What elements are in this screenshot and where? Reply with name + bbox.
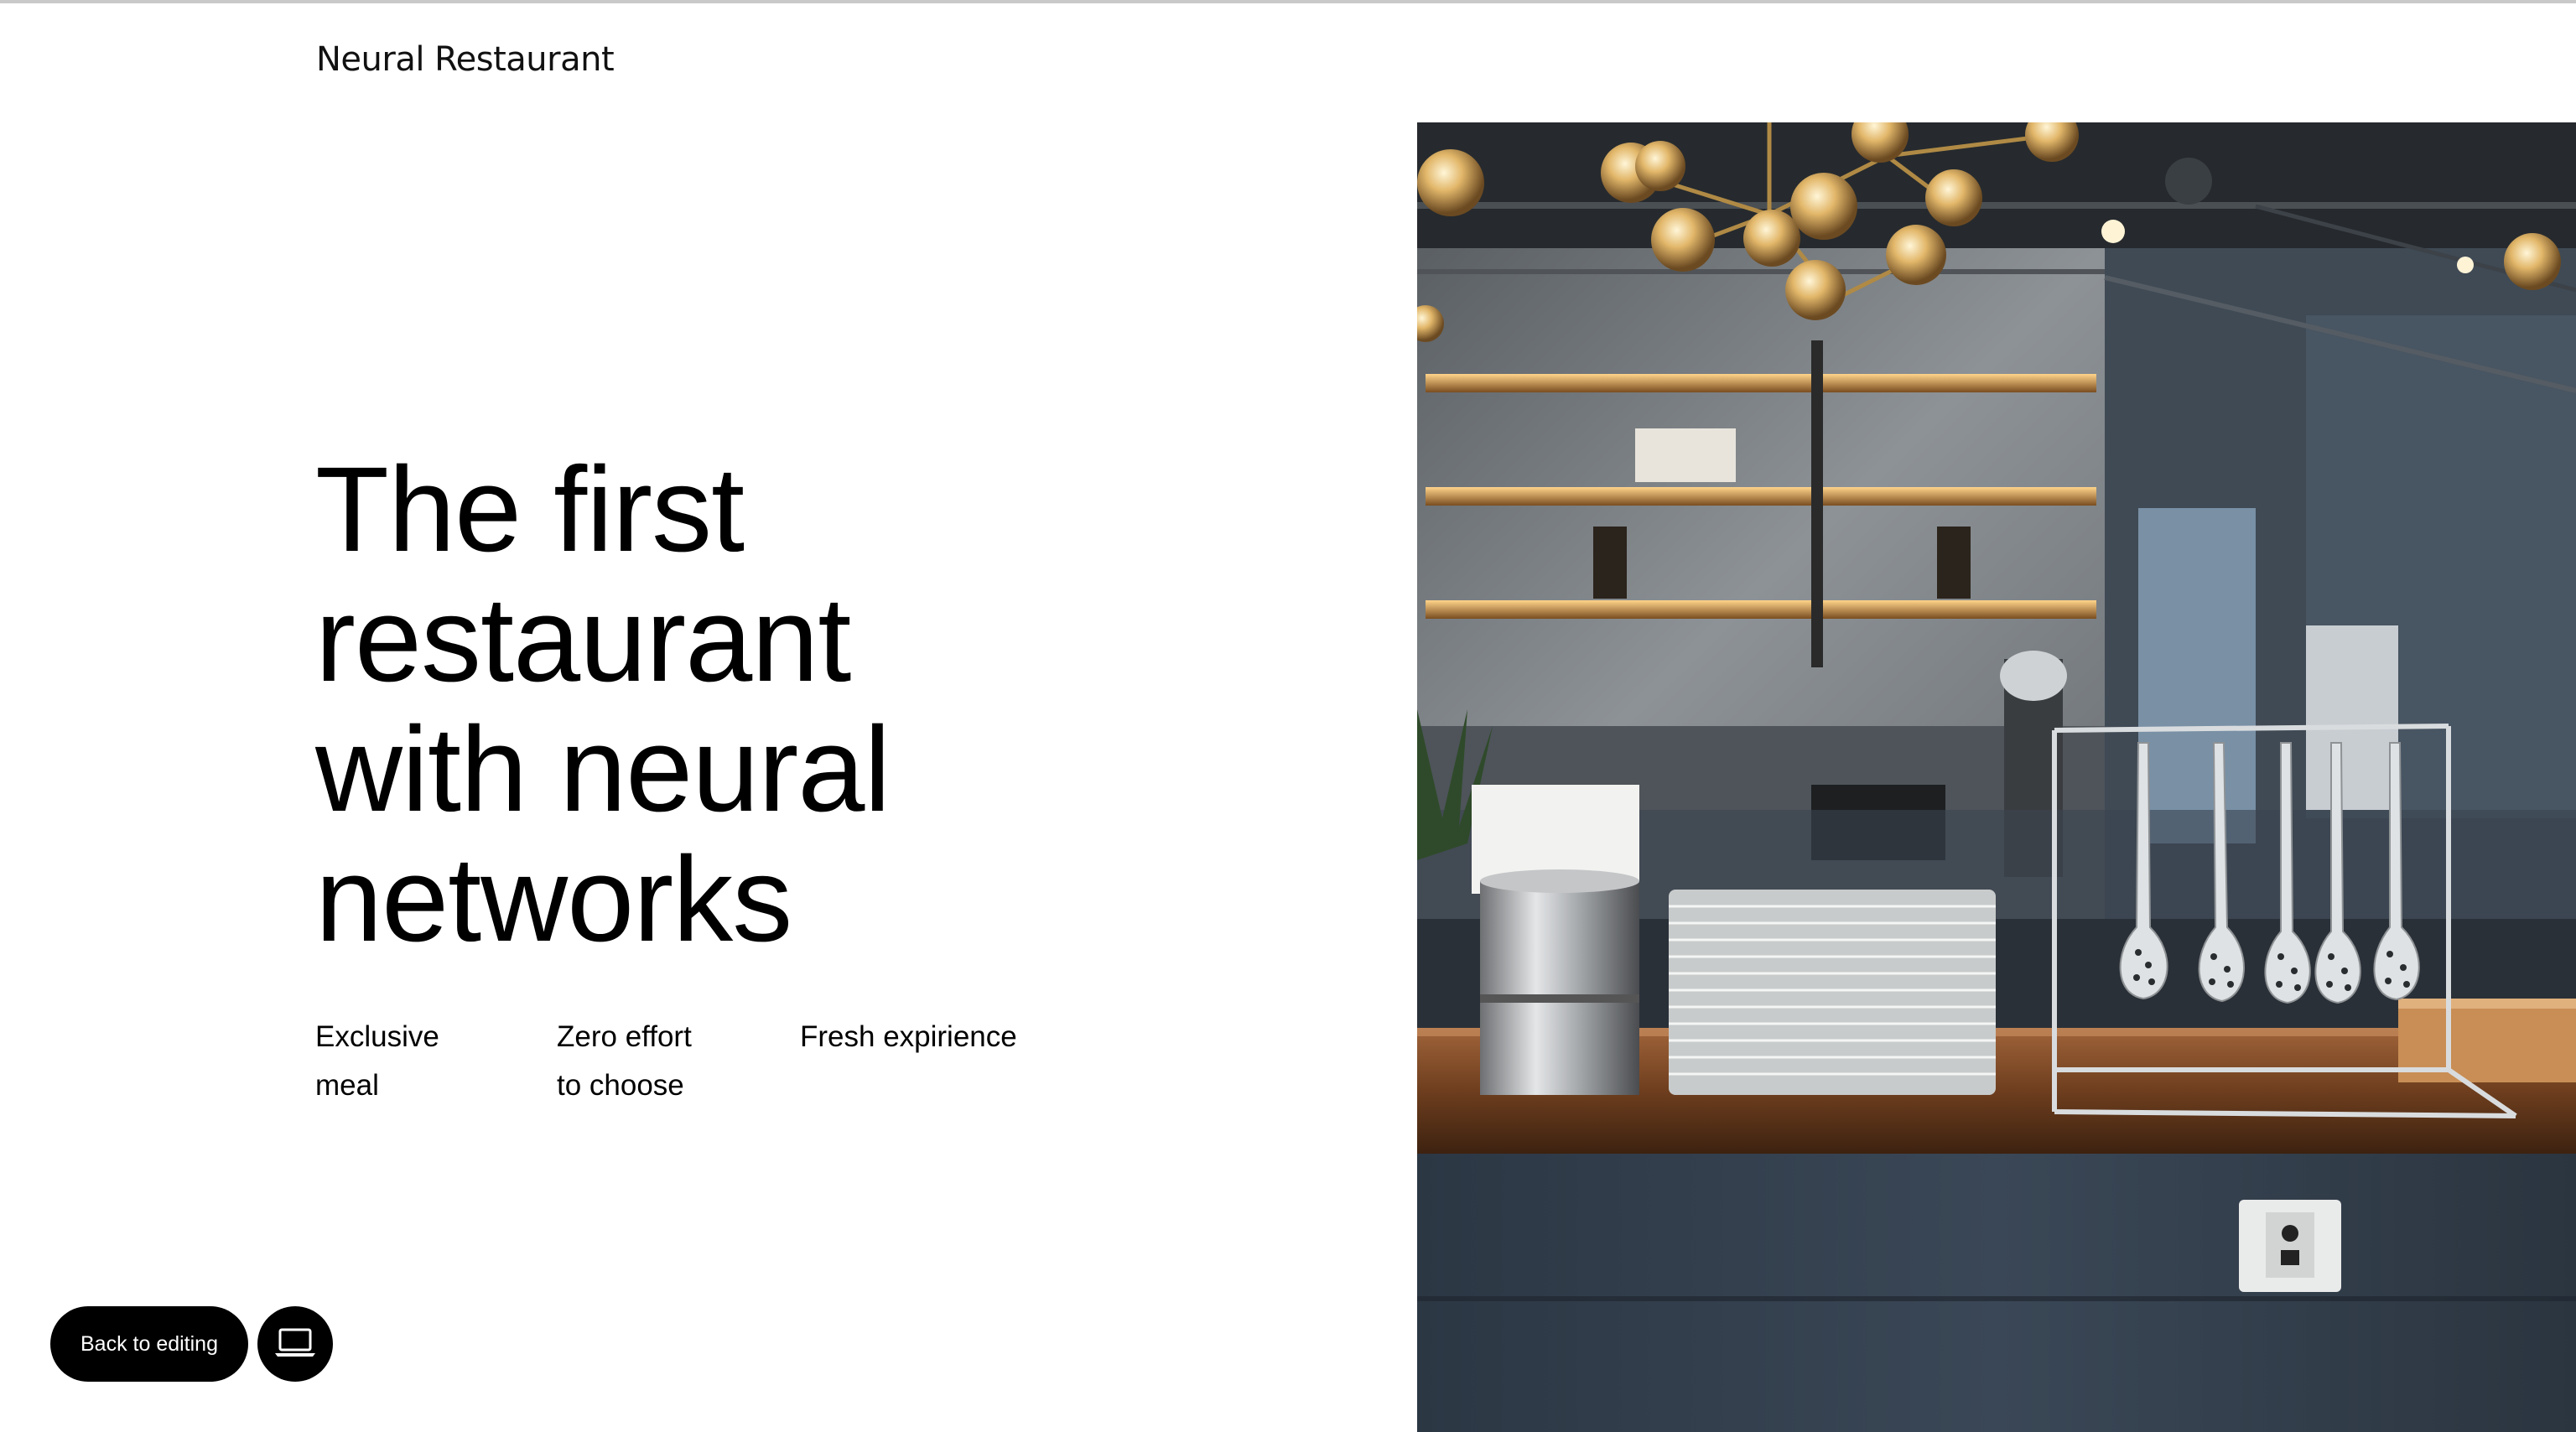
- hero-headline: The first restaurant with neural network…: [315, 444, 1070, 964]
- back-to-editing-button[interactable]: Back to editing: [50, 1306, 248, 1382]
- restaurant-interior-photo: [1417, 122, 2576, 1432]
- device-preview-button[interactable]: [257, 1306, 333, 1382]
- headline-line: with neural: [315, 702, 891, 837]
- feature-exclusive-meal: Exclusive meal: [315, 1013, 439, 1110]
- feature-fresh-experience: Fresh expirience: [800, 1013, 1017, 1061]
- headline-line: The first: [315, 442, 745, 577]
- feature-line: Zero effort: [557, 1020, 692, 1053]
- laptop-icon: [273, 1326, 317, 1363]
- feature-line: Fresh expirience: [800, 1020, 1017, 1053]
- headline-line: restaurant: [315, 572, 851, 707]
- feature-line: Exclusive: [315, 1020, 439, 1053]
- feature-line: meal: [315, 1069, 379, 1102]
- site-logo[interactable]: Neural Restaurant: [316, 40, 615, 79]
- headline-line: networks: [315, 832, 792, 967]
- top-border: [0, 0, 2576, 3]
- feature-line: to choose: [557, 1069, 684, 1102]
- feature-zero-effort: Zero effort to choose: [557, 1013, 692, 1110]
